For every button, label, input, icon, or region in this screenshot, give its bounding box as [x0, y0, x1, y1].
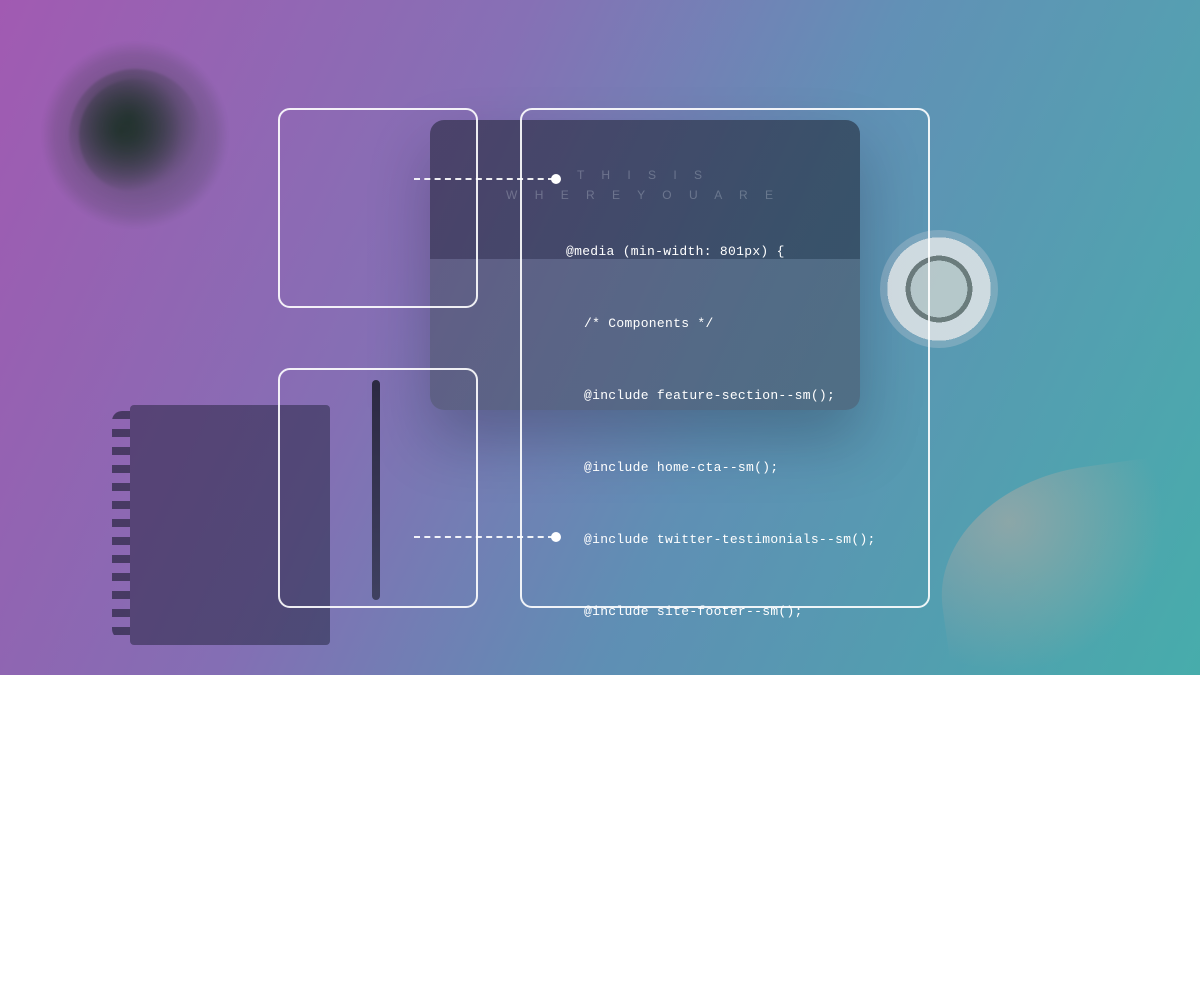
code-line: @include feature-item--sm();	[548, 672, 928, 696]
connector-dot-icon	[551, 174, 561, 184]
code-line: @include post-meta--sm();	[548, 744, 928, 768]
outline-box-bottom-left	[278, 368, 478, 608]
code-line: @include social-share--sm();	[548, 816, 928, 840]
code-line: }	[548, 960, 928, 984]
code-line: @include twitter-testimonials--sm();	[548, 528, 928, 552]
code-line: @include site-footer--sm();	[548, 600, 928, 624]
outline-box-top-left	[278, 108, 478, 308]
code-line: @include home-cta--sm();	[548, 456, 928, 480]
connector-bottom	[414, 536, 554, 538]
code-snippet: @media (min-width: 801px) { /* Component…	[548, 192, 928, 1008]
code-line: @include hero--sm();	[548, 888, 928, 912]
code-line: @include feature-section--sm();	[548, 384, 928, 408]
code-line: /* Components */	[548, 312, 928, 336]
plant-prop	[40, 40, 230, 230]
connector-top	[414, 178, 554, 180]
code-line: @media (min-width: 801px) {	[548, 240, 928, 264]
